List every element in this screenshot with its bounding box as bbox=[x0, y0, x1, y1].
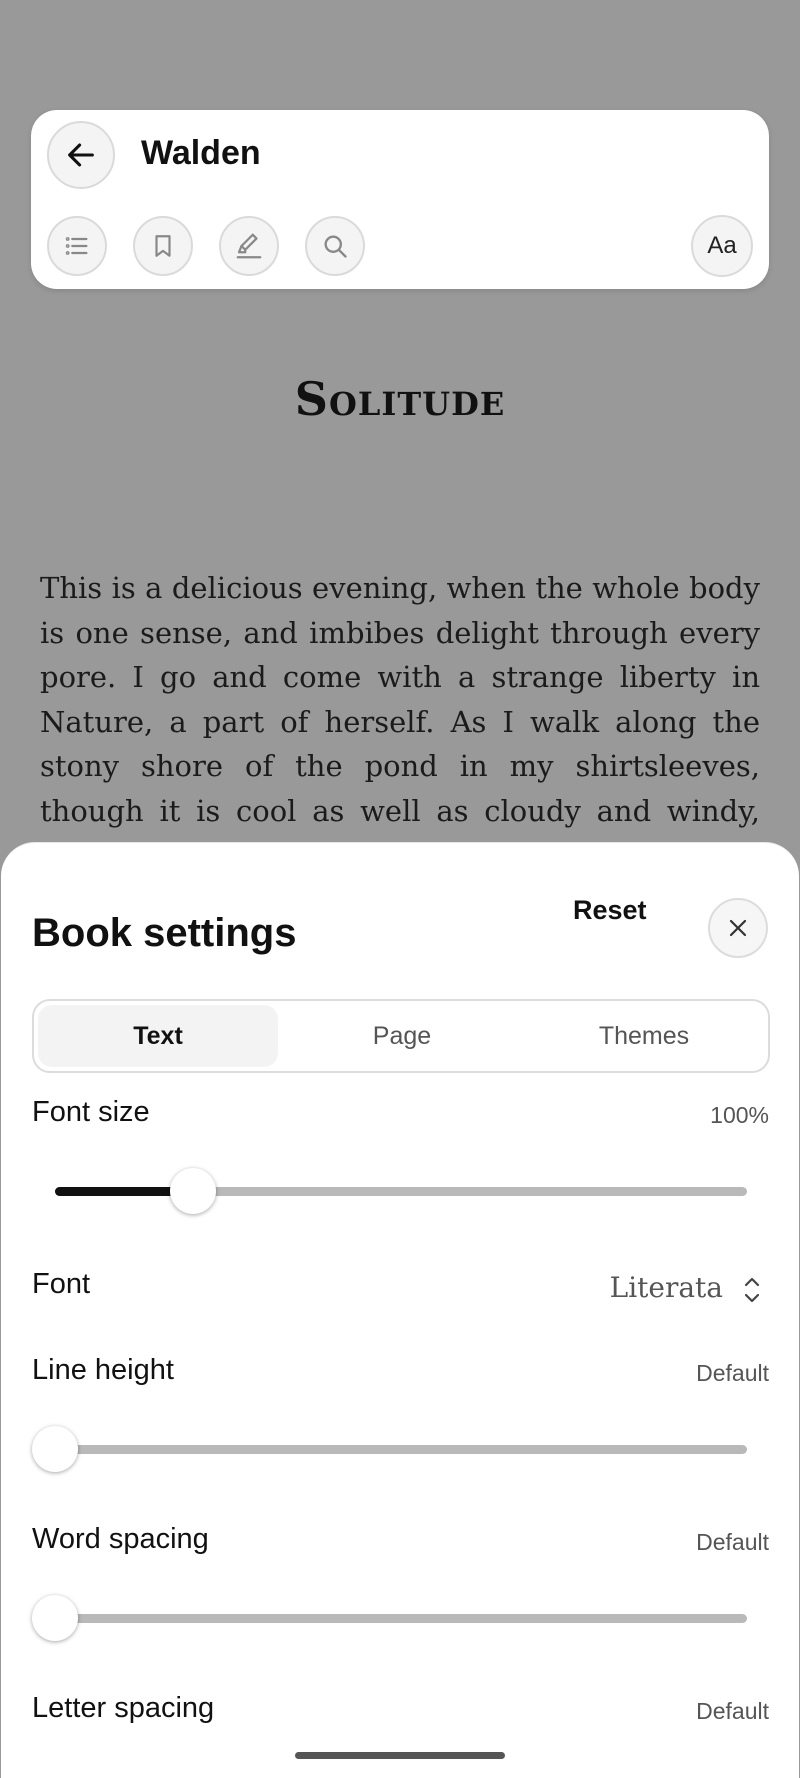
book-text: This is a delicious evening, when the wh… bbox=[40, 571, 760, 872]
highlighter-icon bbox=[236, 233, 262, 259]
table-of-contents-button[interactable] bbox=[47, 216, 107, 276]
font-size-label: Font size bbox=[32, 1096, 150, 1128]
word-spacing-slider[interactable] bbox=[32, 1595, 747, 1641]
back-arrow-icon bbox=[68, 143, 94, 167]
book-title: Walden bbox=[141, 134, 261, 172]
settings-tabs: Text Page Themes bbox=[32, 999, 770, 1073]
home-indicator[interactable] bbox=[295, 1752, 505, 1759]
word-spacing-value: Default bbox=[696, 1529, 769, 1555]
reader-toolbar: Walden Aa bbox=[31, 110, 769, 289]
line-height-slider[interactable] bbox=[32, 1426, 747, 1472]
word-spacing-slider-thumb[interactable] bbox=[32, 1595, 78, 1641]
close-icon bbox=[729, 919, 747, 937]
sheet-title: Book settings bbox=[32, 911, 297, 955]
search-button[interactable] bbox=[305, 216, 365, 276]
search-icon bbox=[324, 235, 347, 258]
highlight-button[interactable] bbox=[219, 216, 279, 276]
bookmark-icon bbox=[155, 235, 171, 257]
text-settings-button[interactable]: Aa bbox=[691, 215, 753, 277]
line-height-slider-thumb[interactable] bbox=[32, 1426, 78, 1472]
text-settings-icon: Aa bbox=[707, 232, 737, 259]
close-button[interactable] bbox=[708, 898, 768, 958]
bookmark-button[interactable] bbox=[133, 216, 193, 276]
tab-page[interactable]: Page bbox=[282, 1005, 522, 1067]
letter-spacing-label: Letter spacing bbox=[32, 1692, 215, 1724]
reset-button[interactable]: Reset bbox=[573, 895, 647, 926]
font-size-slider-thumb[interactable] bbox=[170, 1168, 217, 1214]
tab-themes[interactable]: Themes bbox=[524, 1005, 764, 1067]
line-height-label: Line height bbox=[32, 1354, 174, 1386]
word-spacing-label: Word spacing bbox=[32, 1523, 209, 1555]
toc-list-icon bbox=[65, 237, 88, 255]
chevron-updown-icon[interactable] bbox=[741, 1273, 763, 1307]
letter-spacing-value: Default bbox=[696, 1698, 769, 1724]
font-select[interactable]: Literata bbox=[610, 1271, 723, 1304]
font-size-value: 100% bbox=[710, 1102, 769, 1128]
font-size-slider[interactable] bbox=[55, 1168, 747, 1214]
back-button[interactable] bbox=[47, 121, 115, 189]
chapter-title: Solitude bbox=[294, 372, 506, 426]
font-label: Font bbox=[32, 1268, 91, 1300]
book-settings-sheet: Book settings Reset Text Page Themes Fon… bbox=[1, 842, 799, 1778]
line-height-value: Default bbox=[696, 1360, 769, 1386]
tab-text[interactable]: Text bbox=[38, 1005, 278, 1067]
